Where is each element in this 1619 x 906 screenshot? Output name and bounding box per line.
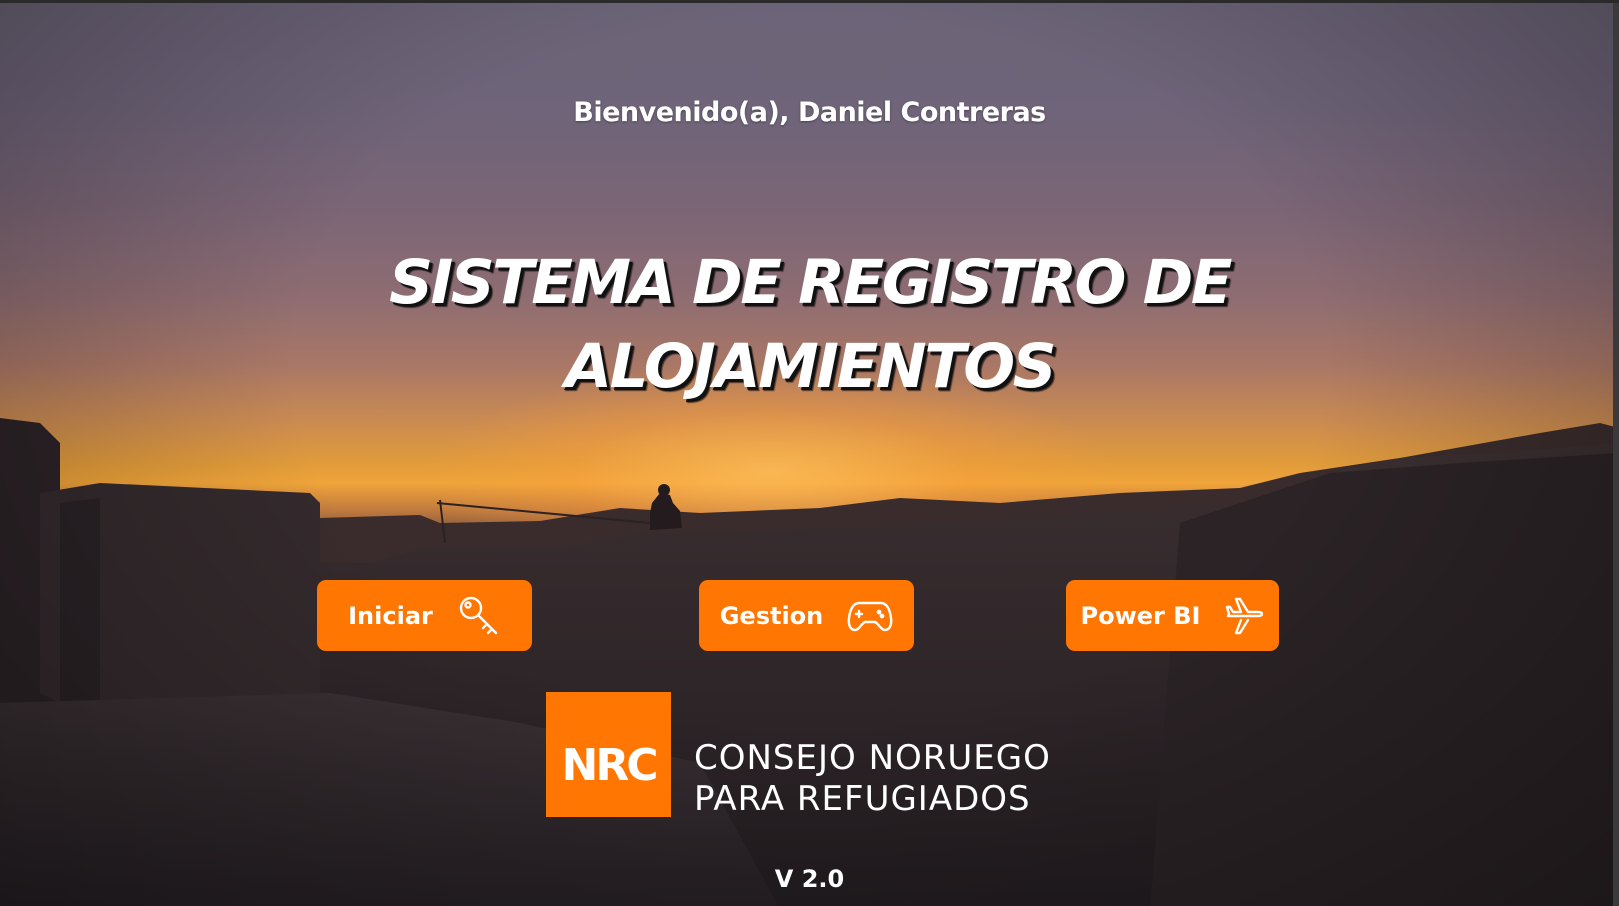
page-title: SISTEMA DE REGISTRO DE ALOJAMIENTOS xyxy=(0,241,1619,409)
page-title-line-2: ALOJAMIENTOS xyxy=(564,331,1057,402)
iniciar-button[interactable]: Iniciar xyxy=(317,580,532,651)
nrc-logo-text: NRC xyxy=(561,740,659,791)
welcome-message: Bienvenido(a), Daniel Contreras xyxy=(573,97,1046,128)
version-label: V 2.0 xyxy=(774,865,845,893)
organization-name: CONSEJO NORUEGO PARA REFUGIADOS xyxy=(694,738,1051,820)
nrc-logo: NRC xyxy=(546,692,671,817)
page-title-line-1: SISTEMA DE REGISTRO DE xyxy=(389,247,1232,318)
power-bi-button-label: Power BI xyxy=(1080,601,1201,630)
iniciar-button-label: Iniciar xyxy=(348,601,433,630)
airplane-icon xyxy=(1226,597,1264,634)
gestion-button[interactable]: Gestion xyxy=(699,580,914,651)
gestion-button-label: Gestion xyxy=(719,601,824,630)
organization-name-line-1: CONSEJO NORUEGO xyxy=(694,738,1051,778)
organization-name-line-2: PARA REFUGIADOS xyxy=(694,779,1031,819)
gamepad-icon xyxy=(847,601,893,631)
key-icon xyxy=(459,596,498,634)
app-window: Bienvenido(a), Daniel Contreras SISTEMA … xyxy=(0,0,1619,906)
power-bi-button[interactable]: Power BI xyxy=(1066,580,1279,651)
window-scrollbar[interactable] xyxy=(1613,3,1619,906)
